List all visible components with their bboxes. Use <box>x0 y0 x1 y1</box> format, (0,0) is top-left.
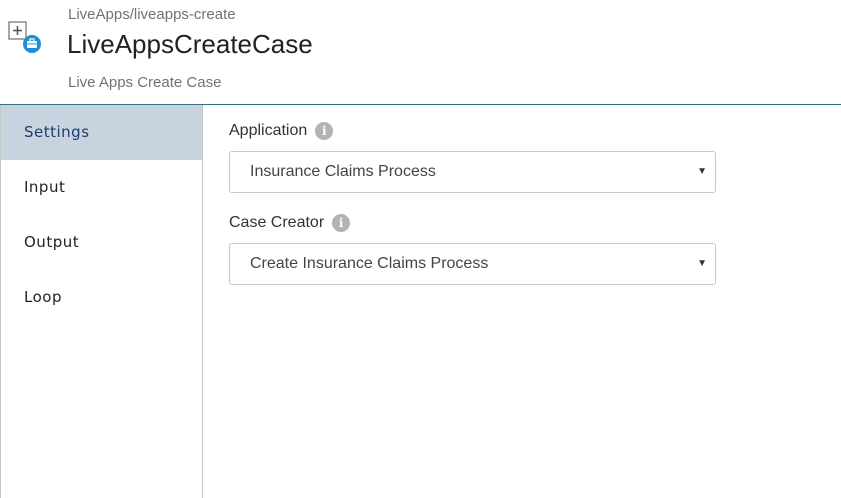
tab-input-label: Input <box>24 178 66 196</box>
info-icon[interactable]: i <box>315 122 334 140</box>
sidebar: Settings Input Output Loop <box>0 105 203 498</box>
tab-loop-label: Loop <box>24 288 62 306</box>
info-icon[interactable]: i <box>332 214 351 232</box>
tab-loop[interactable]: Loop <box>1 270 202 325</box>
tab-output-label: Output <box>24 233 80 251</box>
chevron-down-icon: ▼ <box>697 258 707 269</box>
application-label-row: Application i <box>229 120 716 142</box>
application-select[interactable]: Insurance Claims Process ▼ <box>229 151 716 193</box>
breadcrumb: LiveApps/liveapps-create <box>68 6 236 23</box>
page-title: LiveAppsCreateCase <box>67 29 313 59</box>
settings-content: Application i Insurance Claims Process ▼… <box>203 105 841 498</box>
case-creator-label-row: Case Creator i <box>229 212 716 234</box>
chevron-down-icon: ▼ <box>697 166 707 177</box>
case-creator-label: Case Creator <box>229 214 325 231</box>
tab-input[interactable]: Input <box>1 160 202 215</box>
application-field: Application i Insurance Claims Process ▼ <box>229 120 716 193</box>
activity-config-panel: Settings Input Output Loop Application i… <box>0 104 841 498</box>
case-creator-field: Case Creator i Create Insurance Claims P… <box>229 212 716 285</box>
header: LiveApps/liveapps-create LiveAppsCreateC… <box>0 0 841 104</box>
add-case-icon <box>7 19 43 55</box>
application-label: Application <box>229 122 308 139</box>
application-select-value: Insurance Claims Process <box>250 163 436 180</box>
tab-output[interactable]: Output <box>1 215 202 270</box>
case-creator-select-value: Create Insurance Claims Process <box>250 255 489 272</box>
page-subtitle: Live Apps Create Case <box>68 74 222 91</box>
tab-settings[interactable]: Settings <box>1 105 202 160</box>
case-creator-select[interactable]: Create Insurance Claims Process ▼ <box>229 243 716 285</box>
tab-settings-label: Settings <box>24 123 90 141</box>
